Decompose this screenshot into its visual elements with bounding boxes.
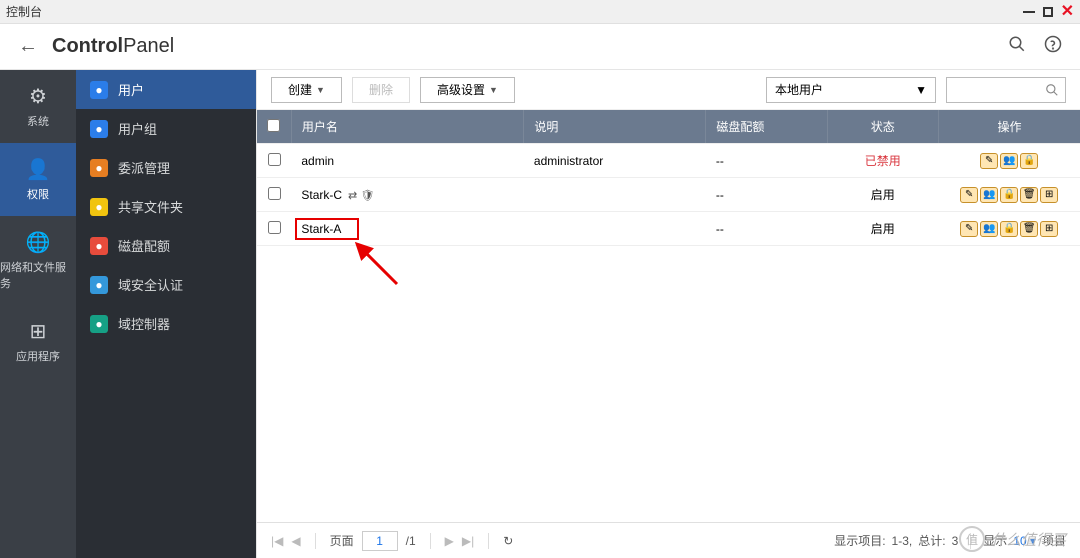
sidebar-l1-icon: 🌐 bbox=[26, 230, 51, 255]
page-label: 页面 bbox=[330, 532, 354, 549]
row-action[interactable]: ✎ bbox=[960, 187, 978, 203]
status-cell: 启用 bbox=[827, 212, 938, 246]
sidebar-l2-label: 用户 bbox=[118, 80, 144, 99]
col-quota[interactable]: 磁盘配额 bbox=[706, 110, 827, 144]
sidebar-l2-icon: ● bbox=[90, 159, 108, 177]
row-action[interactable]: 🗑 bbox=[1020, 221, 1038, 237]
select-all-checkbox[interactable] bbox=[267, 119, 280, 132]
description-cell bbox=[524, 178, 706, 212]
sidebar-l1-item-1[interactable]: 👤 权限 bbox=[0, 143, 76, 216]
row-checkbox[interactable] bbox=[268, 153, 281, 166]
search-icon bbox=[1045, 83, 1059, 97]
col-ops: 操作 bbox=[938, 110, 1080, 144]
table-row[interactable]: admin administrator -- 已禁用 ✎👥🔒 bbox=[257, 144, 1080, 178]
row-action[interactable]: ✎ bbox=[980, 153, 998, 169]
sidebar-l1-icon: 👤 bbox=[26, 157, 51, 182]
row-action[interactable]: ⊞ bbox=[1040, 187, 1058, 203]
sidebar-l2-label: 磁盘配额 bbox=[118, 236, 170, 255]
chevron-down-icon: ▼ bbox=[316, 85, 325, 95]
delete-button: 删除 bbox=[352, 77, 410, 103]
sidebar-l2-icon: ● bbox=[90, 276, 108, 294]
sidebar-l2-label: 用户组 bbox=[118, 119, 157, 138]
username-cell: Stark-A bbox=[301, 222, 341, 236]
minimize-button[interactable] bbox=[1023, 11, 1035, 13]
sidebar-l2-label: 域安全认证 bbox=[118, 275, 183, 294]
description-cell: administrator bbox=[524, 144, 706, 178]
sidebar-l1-item-0[interactable]: ⚙ 系统 bbox=[0, 70, 76, 143]
table-row[interactable]: Stark-C ⇄ 🛡 -- 启用 ✎👥🔒🗑⊞ bbox=[257, 178, 1080, 212]
chevron-down-icon: ▼ bbox=[915, 83, 927, 97]
username-cell: admin bbox=[301, 154, 334, 168]
close-button[interactable]: ✕ bbox=[1061, 4, 1074, 20]
chevron-down-icon: ▼ bbox=[489, 85, 498, 95]
row-checkbox[interactable] bbox=[268, 221, 281, 234]
sidebar-l2-item-3[interactable]: ● 共享文件夹 bbox=[76, 187, 256, 226]
create-button[interactable]: 创建▼ bbox=[271, 77, 342, 103]
refresh-button[interactable]: ↻ bbox=[503, 534, 513, 548]
watermark: 值 什么值得买 bbox=[959, 526, 1066, 552]
row-action[interactable]: 👥 bbox=[1000, 153, 1018, 169]
sidebar-l2-icon: ● bbox=[90, 81, 108, 99]
sidebar-l1-icon: ⚙ bbox=[29, 84, 47, 109]
sidebar-l2-label: 域控制器 bbox=[118, 314, 170, 333]
sidebar-l2-icon: ● bbox=[90, 120, 108, 138]
status-cell: 启用 bbox=[827, 178, 938, 212]
quota-cell: -- bbox=[706, 212, 827, 246]
window-title: 控制台 bbox=[6, 3, 42, 20]
sidebar-l2-item-2[interactable]: ● 委派管理 bbox=[76, 148, 256, 187]
col-username[interactable]: 用户名 bbox=[291, 110, 524, 144]
app-title: ControlPanel bbox=[52, 35, 174, 58]
sidebar-l2-item-4[interactable]: ● 磁盘配额 bbox=[76, 226, 256, 265]
col-status[interactable]: 状态 bbox=[827, 110, 938, 144]
first-page[interactable]: |◀ bbox=[271, 534, 283, 548]
help-icon[interactable] bbox=[1044, 35, 1062, 58]
row-action[interactable]: 🗑 bbox=[1020, 187, 1038, 203]
row-checkbox[interactable] bbox=[268, 187, 281, 200]
search-icon[interactable] bbox=[1008, 35, 1026, 58]
status-cell: 已禁用 bbox=[827, 144, 938, 178]
row-action[interactable]: ⊞ bbox=[1040, 221, 1058, 237]
sidebar-l2-label: 委派管理 bbox=[118, 158, 170, 177]
quota-cell: -- bbox=[706, 144, 827, 178]
total-pages: /1 bbox=[406, 534, 416, 548]
sidebar-l1-icon: ⊞ bbox=[30, 319, 47, 344]
sidebar-l1-label: 应用程序 bbox=[16, 348, 60, 364]
user-badges: ⇄ 🛡 bbox=[348, 189, 374, 202]
row-action[interactable]: ✎ bbox=[960, 221, 978, 237]
sidebar-l2-label: 共享文件夹 bbox=[118, 197, 183, 216]
sidebar-l2-item-0[interactable]: ● 用户 bbox=[76, 70, 256, 109]
last-page[interactable]: ▶| bbox=[462, 534, 474, 548]
sidebar-l2-icon: ● bbox=[90, 315, 108, 333]
sidebar-l1-label: 网络和文件服务 bbox=[0, 259, 76, 291]
sidebar-l2-icon: ● bbox=[90, 198, 108, 216]
sidebar-l1-label: 系统 bbox=[27, 113, 49, 129]
sidebar-l2-icon: ● bbox=[90, 237, 108, 255]
sidebar-l2-item-1[interactable]: ● 用户组 bbox=[76, 109, 256, 148]
user-scope-select[interactable]: 本地用户▼ bbox=[766, 77, 936, 103]
sidebar-l1-item-2[interactable]: 🌐 网络和文件服务 bbox=[0, 216, 76, 305]
search-input[interactable] bbox=[946, 77, 1066, 103]
table-row[interactable]: Stark-A -- 启用 ✎👥🔒🗑⊞ bbox=[257, 212, 1080, 246]
row-action[interactable]: 🔒 bbox=[1020, 153, 1038, 169]
sidebar-l2-item-5[interactable]: ● 域安全认证 bbox=[76, 265, 256, 304]
back-button[interactable]: ← bbox=[18, 35, 38, 58]
page-input[interactable] bbox=[362, 531, 398, 551]
row-action[interactable]: 🔒 bbox=[1000, 221, 1018, 237]
quota-cell: -- bbox=[706, 178, 827, 212]
row-action[interactable]: 🔒 bbox=[1000, 187, 1018, 203]
prev-page[interactable]: ◀ bbox=[291, 534, 300, 548]
advanced-button[interactable]: 高级设置▼ bbox=[420, 77, 515, 103]
maximize-button[interactable] bbox=[1043, 7, 1053, 17]
sidebar-l2-item-6[interactable]: ● 域控制器 bbox=[76, 304, 256, 343]
description-cell bbox=[524, 212, 706, 246]
username-cell: Stark-C bbox=[301, 188, 342, 202]
col-description[interactable]: 说明 bbox=[524, 110, 706, 144]
row-action[interactable]: 👥 bbox=[980, 187, 998, 203]
next-page[interactable]: ▶ bbox=[445, 534, 454, 548]
row-action[interactable]: 👥 bbox=[980, 221, 998, 237]
sidebar-l1-item-3[interactable]: ⊞ 应用程序 bbox=[0, 305, 76, 378]
sidebar-l1-label: 权限 bbox=[27, 186, 49, 202]
